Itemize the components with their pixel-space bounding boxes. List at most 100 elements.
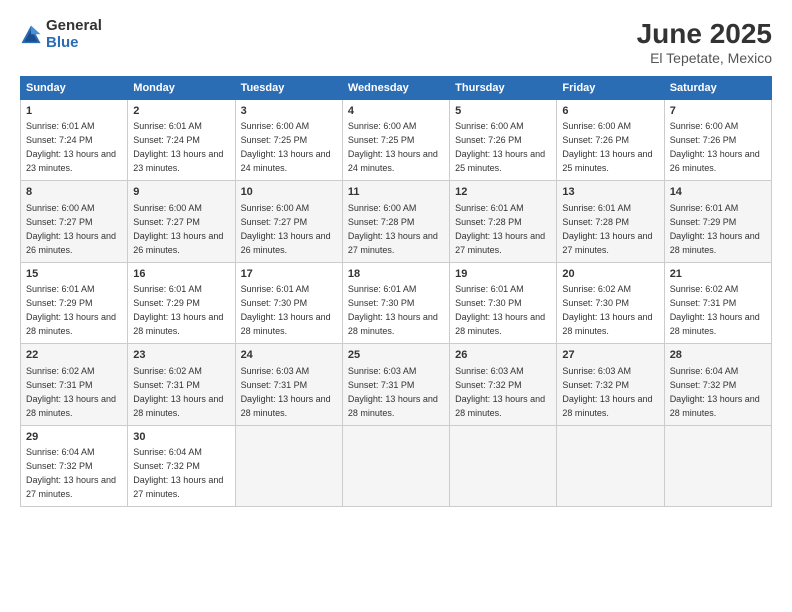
col-thursday: Thursday [450,77,557,100]
table-row: 24 Sunrise: 6:03 AMSunset: 7:31 PMDayligh… [235,344,342,425]
day-info: Sunrise: 6:01 AMSunset: 7:30 PMDaylight:… [348,284,438,336]
day-number: 21 [670,267,766,282]
table-row: 30 Sunrise: 6:04 AMSunset: 7:32 PMDayligh… [128,425,235,506]
table-row: 12 Sunrise: 6:01 AMSunset: 7:28 PMDayligh… [450,181,557,262]
day-info: Sunrise: 6:01 AMSunset: 7:29 PMDaylight:… [26,284,116,336]
table-row: 7Sunrise: 6:00 AMSunset: 7:26 PMDaylight… [664,100,771,181]
table-row: 26 Sunrise: 6:03 AMSunset: 7:32 PMDayligh… [450,344,557,425]
table-row [450,425,557,506]
day-info: Sunrise: 6:00 AMSunset: 7:26 PMDaylight:… [670,121,760,173]
day-number: 22 [26,348,122,363]
day-info: Sunrise: 6:00 AMSunset: 7:25 PMDaylight:… [348,121,438,173]
day-info: Sunrise: 6:03 AMSunset: 7:32 PMDaylight:… [455,366,545,418]
table-row: 28Sunrise: 6:04 AMSunset: 7:32 PMDayligh… [664,344,771,425]
day-info: Sunrise: 6:02 AMSunset: 7:31 PMDaylight:… [133,366,223,418]
day-info: Sunrise: 6:00 AMSunset: 7:26 PMDaylight:… [562,121,652,173]
day-info: Sunrise: 6:02 AMSunset: 7:31 PMDaylight:… [670,284,760,336]
table-row: 13 Sunrise: 6:01 AMSunset: 7:28 PMDayligh… [557,181,664,262]
day-info: Sunrise: 6:04 AMSunset: 7:32 PMDaylight:… [133,447,223,499]
table-row: 25 Sunrise: 6:03 AMSunset: 7:31 PMDayligh… [342,344,449,425]
day-info: Sunrise: 6:02 AMSunset: 7:30 PMDaylight:… [562,284,652,336]
day-info: Sunrise: 6:01 AMSunset: 7:24 PMDaylight:… [26,121,116,173]
day-number: 13 [562,185,658,200]
table-row: 17 Sunrise: 6:01 AMSunset: 7:30 PMDayligh… [235,262,342,343]
calendar-body: 1 Sunrise: 6:01 AMSunset: 7:24 PMDaylight… [21,100,772,507]
logo-general: General [46,18,102,35]
day-number: 24 [241,348,337,363]
day-number: 5 [455,104,551,119]
day-info: Sunrise: 6:00 AMSunset: 7:27 PMDaylight:… [133,203,223,255]
col-wednesday: Wednesday [342,77,449,100]
table-row: 21 Sunrise: 6:02 AMSunset: 7:31 PMDayligh… [664,262,771,343]
col-tuesday: Tuesday [235,77,342,100]
table-row: 5 Sunrise: 6:00 AMSunset: 7:26 PMDaylight… [450,100,557,181]
day-info: Sunrise: 6:00 AMSunset: 7:26 PMDaylight:… [455,121,545,173]
day-number: 9 [133,185,229,200]
day-number: 28 [670,348,766,363]
day-number: 23 [133,348,229,363]
day-number: 29 [26,430,122,445]
day-number: 14 [670,185,766,200]
day-info: Sunrise: 6:04 AMSunset: 7:32 PMDaylight:… [26,447,116,499]
table-row: 10 Sunrise: 6:00 AMSunset: 7:27 PMDayligh… [235,181,342,262]
day-number: 26 [455,348,551,363]
day-number: 8 [26,185,122,200]
day-number: 10 [241,185,337,200]
logo-text: General Blue [46,18,102,51]
table-row: 6Sunrise: 6:00 AMSunset: 7:26 PMDaylight… [557,100,664,181]
table-row: 9 Sunrise: 6:00 AMSunset: 7:27 PMDaylight… [128,181,235,262]
calendar-table: Sunday Monday Tuesday Wednesday Thursday… [20,76,772,507]
title-location: El Tepetate, Mexico [637,50,772,66]
table-row: 15 Sunrise: 6:01 AMSunset: 7:29 PMDayligh… [21,262,128,343]
logo: General Blue [20,18,102,51]
day-number: 25 [348,348,444,363]
title-block: June 2025 El Tepetate, Mexico [637,18,772,66]
day-number: 15 [26,267,122,282]
table-row: 19Sunrise: 6:01 AMSunset: 7:30 PMDayligh… [450,262,557,343]
table-row: 20 Sunrise: 6:02 AMSunset: 7:30 PMDayligh… [557,262,664,343]
calendar-header: Sunday Monday Tuesday Wednesday Thursday… [21,77,772,100]
day-number: 30 [133,430,229,445]
title-month: June 2025 [637,18,772,50]
day-info: Sunrise: 6:01 AMSunset: 7:29 PMDaylight:… [670,203,760,255]
day-info: Sunrise: 6:03 AMSunset: 7:31 PMDaylight:… [241,366,331,418]
day-number: 20 [562,267,658,282]
day-number: 12 [455,185,551,200]
table-row: 3Sunrise: 6:00 AMSunset: 7:25 PMDaylight… [235,100,342,181]
table-row: 23 Sunrise: 6:02 AMSunset: 7:31 PMDayligh… [128,344,235,425]
day-info: Sunrise: 6:00 AMSunset: 7:27 PMDaylight:… [241,203,331,255]
day-info: Sunrise: 6:01 AMSunset: 7:29 PMDaylight:… [133,284,223,336]
day-number: 18 [348,267,444,282]
table-row: 2Sunrise: 6:01 AMSunset: 7:24 PMDaylight… [128,100,235,181]
col-sunday: Sunday [21,77,128,100]
day-info: Sunrise: 6:03 AMSunset: 7:31 PMDaylight:… [348,366,438,418]
day-info: Sunrise: 6:02 AMSunset: 7:31 PMDaylight:… [26,366,116,418]
table-row: 27 Sunrise: 6:03 AMSunset: 7:32 PMDayligh… [557,344,664,425]
col-monday: Monday [128,77,235,100]
table-row: 11Sunrise: 6:00 AMSunset: 7:28 PMDayligh… [342,181,449,262]
col-friday: Friday [557,77,664,100]
day-info: Sunrise: 6:00 AMSunset: 7:28 PMDaylight:… [348,203,438,255]
day-info: Sunrise: 6:01 AMSunset: 7:28 PMDaylight:… [455,203,545,255]
day-number: 1 [26,104,122,119]
day-info: Sunrise: 6:03 AMSunset: 7:32 PMDaylight:… [562,366,652,418]
day-number: 2 [133,104,229,119]
table-row: 22 Sunrise: 6:02 AMSunset: 7:31 PMDayligh… [21,344,128,425]
day-number: 4 [348,104,444,119]
table-row [557,425,664,506]
day-number: 17 [241,267,337,282]
header-row: Sunday Monday Tuesday Wednesday Thursday… [21,77,772,100]
table-row: 14 Sunrise: 6:01 AMSunset: 7:29 PMDayligh… [664,181,771,262]
day-info: Sunrise: 6:01 AMSunset: 7:30 PMDaylight:… [241,284,331,336]
day-number: 27 [562,348,658,363]
table-row: 1 Sunrise: 6:01 AMSunset: 7:24 PMDaylight… [21,100,128,181]
day-info: Sunrise: 6:00 AMSunset: 7:27 PMDaylight:… [26,203,116,255]
table-row: 18 Sunrise: 6:01 AMSunset: 7:30 PMDayligh… [342,262,449,343]
logo-icon [20,24,42,46]
table-row: 8 Sunrise: 6:00 AMSunset: 7:27 PMDaylight… [21,181,128,262]
table-row: 29 Sunrise: 6:04 AMSunset: 7:32 PMDayligh… [21,425,128,506]
day-number: 16 [133,267,229,282]
day-info: Sunrise: 6:01 AMSunset: 7:30 PMDaylight:… [455,284,545,336]
table-row [342,425,449,506]
day-info: Sunrise: 6:01 AMSunset: 7:28 PMDaylight:… [562,203,652,255]
